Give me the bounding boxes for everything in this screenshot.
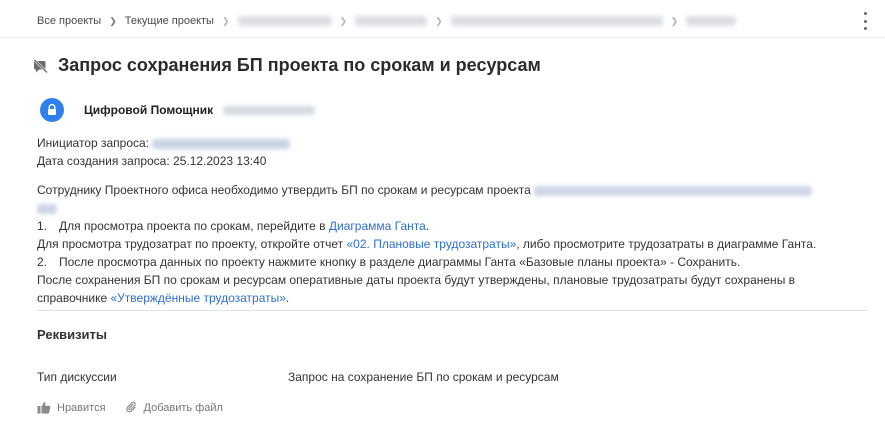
created-date-line: Дата создания запроса: 25.12.2023 13:40 xyxy=(37,154,267,168)
thumbs-up-icon xyxy=(37,402,51,414)
step2-number: 2. xyxy=(37,255,48,269)
after-save-line-1: После сохранения БП по срокам и ресурсам… xyxy=(37,273,796,287)
costs-line: Для просмотра трудозатрат по проекту, от… xyxy=(37,235,857,253)
initiator-label: Инициатор запроса: xyxy=(37,136,150,150)
discussion-page: Все проекты ❯ Текущие проекты ❯ ❯ ❯ ❯ За… xyxy=(0,0,885,430)
paperclip-icon xyxy=(125,401,136,413)
breadcrumb-hidden-item[interactable] xyxy=(686,16,737,26)
like-button[interactable]: Нравится xyxy=(37,401,106,414)
planned-costs-report-link[interactable]: «02. Плановые трудозатраты» xyxy=(347,237,517,251)
step1-text: Для просмотра проекта по срокам, перейди… xyxy=(59,219,329,233)
chevron-right-icon: ❯ xyxy=(109,15,117,26)
breadcrumb: Все проекты ❯ Текущие проекты ❯ ❯ ❯ ❯ xyxy=(37,13,737,29)
step1-line: 1. Для просмотра проекта по срокам, перей… xyxy=(37,217,857,235)
costs-text: Для просмотра трудозатрат по проекту, от… xyxy=(37,237,347,251)
lock-bot-icon xyxy=(48,103,56,115)
gantt-link[interactable]: Диаграмма Ганта xyxy=(329,219,426,233)
author-name[interactable]: Цифровой Помощник xyxy=(84,103,213,117)
step2-line: 2. После просмотра данных по проекту нажм… xyxy=(37,253,857,271)
message-author: Цифровой Помощник xyxy=(40,98,316,122)
section-divider xyxy=(37,310,868,311)
requisites-title: Реквизиты xyxy=(37,327,107,342)
message-body: Инициатор запроса: Дата создания запроса… xyxy=(37,134,857,307)
initiator-line: Инициатор запроса: xyxy=(37,134,857,152)
like-label: Нравится xyxy=(57,401,106,414)
intro-text: Сотруднику Проектного офиса необходимо у… xyxy=(37,183,531,197)
chevron-right-icon: ❯ xyxy=(339,15,348,26)
costs-end: , либо просмотрите трудозатраты в диагра… xyxy=(516,237,817,251)
discussion-type-value: Запрос на сохранение БП по срокам и ресу… xyxy=(288,370,559,384)
step1-end: . xyxy=(425,219,430,233)
breadcrumb-all-projects[interactable]: Все проекты xyxy=(37,15,101,27)
message-actions: Нравится Добавить файл xyxy=(37,401,223,414)
project-link-hidden[interactable] xyxy=(534,185,813,196)
discussion-type-label: Тип дискуссии xyxy=(37,370,117,384)
kebab-menu-icon[interactable] xyxy=(862,12,868,30)
initiator-name-hidden xyxy=(152,138,291,149)
after-save-text: справочнике xyxy=(37,291,111,305)
attach-file-button[interactable]: Добавить файл xyxy=(125,401,223,414)
intro-line: Сотруднику Проектного офиса необходимо у… xyxy=(37,181,857,199)
after-save-end: . xyxy=(285,291,290,305)
breadcrumb-current-projects[interactable]: Текущие проекты xyxy=(125,15,214,27)
attach-file-label: Добавить файл xyxy=(143,401,223,414)
approved-costs-link[interactable]: «Утверждённые трудозатраты» xyxy=(110,291,285,305)
page-title: Запрос сохранения БП проекта по срокам и… xyxy=(58,55,541,75)
step2-text: После просмотра данных по проекту нажмит… xyxy=(59,255,741,269)
after-save-line-2: справочнике «Утверждённые трудозатраты». xyxy=(37,289,857,307)
chevron-right-icon: ❯ xyxy=(435,15,443,26)
project-link-hidden-cont[interactable] xyxy=(37,203,57,214)
title-row: Запрос сохранения БП проекта по срокам и… xyxy=(33,55,541,76)
chevron-right-icon: ❯ xyxy=(670,15,679,26)
discussion-off-icon xyxy=(33,58,48,73)
header-divider xyxy=(0,37,885,38)
avatar xyxy=(40,98,64,122)
intro-line-cont xyxy=(37,199,857,217)
breadcrumb-hidden-item[interactable] xyxy=(237,16,332,26)
chevron-right-icon: ❯ xyxy=(221,15,230,26)
message-date-hidden xyxy=(223,105,316,115)
breadcrumb-hidden-item[interactable] xyxy=(450,16,663,26)
breadcrumb-hidden-item[interactable] xyxy=(355,16,428,26)
step1-number: 1. xyxy=(37,219,48,233)
